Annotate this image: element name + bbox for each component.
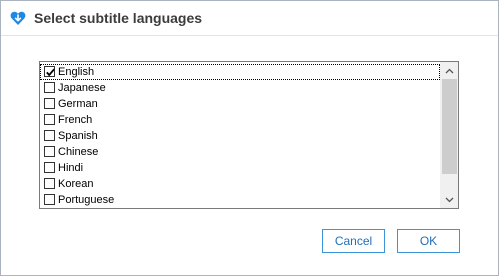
title-divider — [1, 35, 498, 36]
chevron-up-icon[interactable] — [441, 62, 458, 79]
dialog-title: Select subtitle languages — [34, 10, 203, 26]
language-item[interactable]: French — [40, 112, 440, 128]
scrollbar-thumb[interactable] — [442, 79, 457, 174]
language-checkbox[interactable] — [44, 98, 55, 109]
language-checkbox[interactable] — [44, 178, 55, 189]
language-item[interactable]: Portuguese — [40, 192, 440, 208]
language-label: Spanish — [58, 130, 98, 142]
language-label: Japanese — [58, 82, 106, 94]
language-item[interactable]: German — [40, 96, 440, 112]
language-checklist[interactable]: English Japanese German French Spanish Chines… — [39, 61, 459, 209]
language-label: Korean — [58, 178, 94, 190]
language-label: Portuguese — [58, 194, 115, 206]
language-checkbox[interactable] — [44, 194, 55, 205]
cancel-button[interactable]: Cancel — [322, 229, 385, 253]
language-item[interactable]: Chinese — [40, 144, 440, 160]
language-checkbox[interactable] — [44, 130, 55, 141]
language-item[interactable]: Hindi — [40, 160, 440, 176]
heart-download-icon — [10, 10, 26, 26]
chevron-down-icon[interactable] — [441, 191, 458, 208]
language-list: English Japanese German French Spanish Chines… — [40, 64, 440, 208]
language-item[interactable]: English — [40, 64, 440, 80]
language-item[interactable]: Japanese — [40, 80, 440, 96]
focus-rectangle — [40, 64, 440, 80]
language-checkbox[interactable] — [44, 66, 55, 77]
checkmark-icon — [46, 68, 55, 77]
select-languages-dialog: Select subtitle languages English Japanes… — [0, 0, 499, 276]
language-label: Chinese — [58, 146, 99, 158]
language-checkbox[interactable] — [44, 82, 55, 93]
title-bar: Select subtitle languages — [1, 1, 498, 35]
language-checkbox[interactable] — [44, 146, 55, 157]
language-item[interactable]: Korean — [40, 176, 440, 192]
language-item[interactable]: Spanish — [40, 128, 440, 144]
language-label: German — [58, 98, 98, 110]
language-checkbox[interactable] — [44, 162, 55, 173]
ok-button[interactable]: OK — [397, 229, 460, 253]
language-checkbox[interactable] — [44, 114, 55, 125]
vertical-scrollbar[interactable] — [440, 62, 458, 208]
language-label: French — [58, 114, 93, 126]
language-label: Hindi — [58, 162, 84, 174]
